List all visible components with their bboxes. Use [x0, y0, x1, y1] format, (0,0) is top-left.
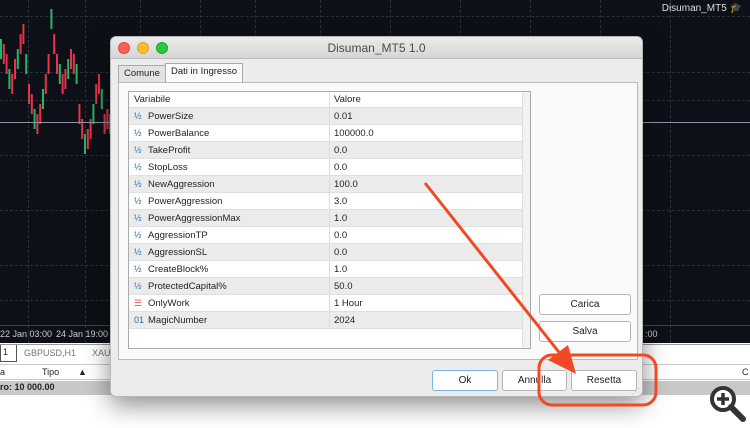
expert-properties-dialog: Disuman_MT5 1.0 Comune Dati in Ingresso …: [110, 36, 643, 397]
graduation-cap-icon: 🎓: [729, 3, 742, 14]
time-label: 22 Jan 03:00: [0, 329, 53, 339]
variable-name: StopLoss: [148, 162, 188, 173]
inputs-panel: Variabile Valore ½ PowerSize 0.01 ½ PowerBal…: [118, 82, 638, 360]
fraction-icon: ½: [134, 111, 142, 121]
fraction-icon: ½: [134, 179, 142, 189]
variable-value[interactable]: 0.01: [334, 108, 353, 125]
table-row[interactable]: ½ NewAggression 100.0: [129, 176, 530, 193]
variable-value[interactable]: 50.0: [334, 278, 353, 295]
table-row[interactable]: ½ PowerAggressionMax 1.0: [129, 210, 530, 227]
fraction-icon: ½: [134, 230, 142, 240]
table-row[interactable]: ½ AggressionTP 0.0: [129, 227, 530, 244]
cancel-button[interactable]: Annulla: [502, 370, 567, 391]
time-label: :00: [645, 329, 658, 339]
column-header-value[interactable]: Valore: [334, 92, 361, 108]
load-button[interactable]: Carica: [539, 294, 631, 315]
variable-name: PowerAggression: [148, 196, 223, 207]
integer-icon: 01: [134, 315, 145, 325]
chart-tab[interactable]: GBPUSD,H1: [24, 348, 76, 358]
chart-tab[interactable]: 1: [0, 345, 18, 362]
fraction-icon: ½: [134, 196, 142, 206]
table-row[interactable]: ½ PowerAggression 3.0: [129, 193, 530, 210]
fraction-icon: ½: [134, 247, 142, 257]
variable-value[interactable]: 0.0: [334, 244, 347, 261]
table-header: Variabile Valore: [129, 92, 530, 108]
variable-name: ProtectedCapital%: [148, 281, 227, 292]
title-bar: Disuman_MT5 1.0: [111, 37, 642, 59]
save-button[interactable]: Salva: [539, 321, 631, 342]
variable-name: PowerBalance: [148, 128, 210, 139]
fraction-icon: ½: [134, 264, 142, 274]
variable-value[interactable]: 1 Hour: [334, 295, 363, 312]
variable-name: AggressionSL: [148, 247, 208, 258]
variable-value[interactable]: 0.0: [334, 159, 347, 176]
dialog-title: Disuman_MT5 1.0: [327, 41, 426, 55]
column-header-variable[interactable]: Variabile: [134, 92, 170, 108]
variable-value[interactable]: 2024: [334, 312, 355, 329]
fraction-icon: ½: [134, 128, 142, 138]
ok-button[interactable]: Ok: [432, 370, 498, 391]
variable-value[interactable]: 0.0: [334, 142, 347, 159]
variable-name: OnlyWork: [148, 298, 190, 309]
table-row[interactable]: ½ StopLoss 0.0: [129, 159, 530, 176]
fraction-icon: ½: [134, 162, 142, 172]
table-row[interactable]: ☰ OnlyWork 1 Hour: [129, 295, 530, 312]
fraction-icon: ½: [134, 281, 142, 291]
table-row[interactable]: ½ AggressionSL 0.0: [129, 244, 530, 261]
maximize-button[interactable]: [156, 42, 168, 54]
tab-dati-in-ingresso[interactable]: Dati in Ingresso: [165, 63, 244, 83]
column-header[interactable]: C: [742, 367, 749, 377]
variable-value[interactable]: 3.0: [334, 193, 347, 210]
time-label: 24 Jan 19:00: [56, 329, 109, 339]
resize-grip-icon[interactable]: ⋰: [632, 387, 640, 396]
zoom-in-icon[interactable]: [708, 384, 748, 424]
variable-value[interactable]: 1.0: [334, 261, 347, 278]
table-row[interactable]: ½ PowerSize 0.01: [129, 108, 530, 125]
reset-button[interactable]: Resetta: [571, 370, 637, 391]
chart-symbol-label: Disuman_MT5 🎓: [661, 3, 742, 14]
fraction-icon: ½: [134, 145, 142, 155]
minimize-button[interactable]: [137, 42, 149, 54]
variable-name: CreateBlock%: [148, 264, 209, 275]
enum-icon: ☰: [134, 298, 143, 308]
column-header[interactable]: Tipo: [42, 367, 59, 377]
chart-tab[interactable]: XAU: [92, 348, 111, 358]
variable-name: MagicNumber: [148, 315, 208, 326]
vertical-scrollbar[interactable]: [522, 92, 530, 348]
variable-name: NewAggression: [148, 179, 215, 190]
table-row[interactable]: ½ CreateBlock% 1.0: [129, 261, 530, 278]
variable-name: TakeProfit: [148, 145, 191, 156]
variable-value[interactable]: 100.0: [334, 176, 358, 193]
column-header[interactable]: a: [0, 367, 5, 377]
variable-value[interactable]: 100000.0: [334, 125, 374, 142]
table-row[interactable]: ½ PowerBalance 100000.0: [129, 125, 530, 142]
variable-value[interactable]: 1.0: [334, 210, 347, 227]
variable-name: AggressionTP: [148, 230, 208, 241]
variable-name: PowerSize: [148, 111, 194, 122]
close-button[interactable]: [118, 42, 130, 54]
sort-asc-icon: ▲: [78, 367, 87, 377]
fraction-icon: ½: [134, 213, 142, 223]
inputs-table: Variabile Valore ½ PowerSize 0.01 ½ PowerBal…: [128, 91, 531, 349]
tab-comune[interactable]: Comune: [118, 65, 166, 82]
variable-name: PowerAggressionMax: [148, 213, 241, 224]
table-row[interactable]: 01 MagicNumber 2024: [129, 312, 530, 329]
table-row[interactable]: ½ TakeProfit 0.0: [129, 142, 530, 159]
table-row[interactable]: ½ ProtectedCapital% 50.0: [129, 278, 530, 295]
variable-value[interactable]: 0.0: [334, 227, 347, 244]
